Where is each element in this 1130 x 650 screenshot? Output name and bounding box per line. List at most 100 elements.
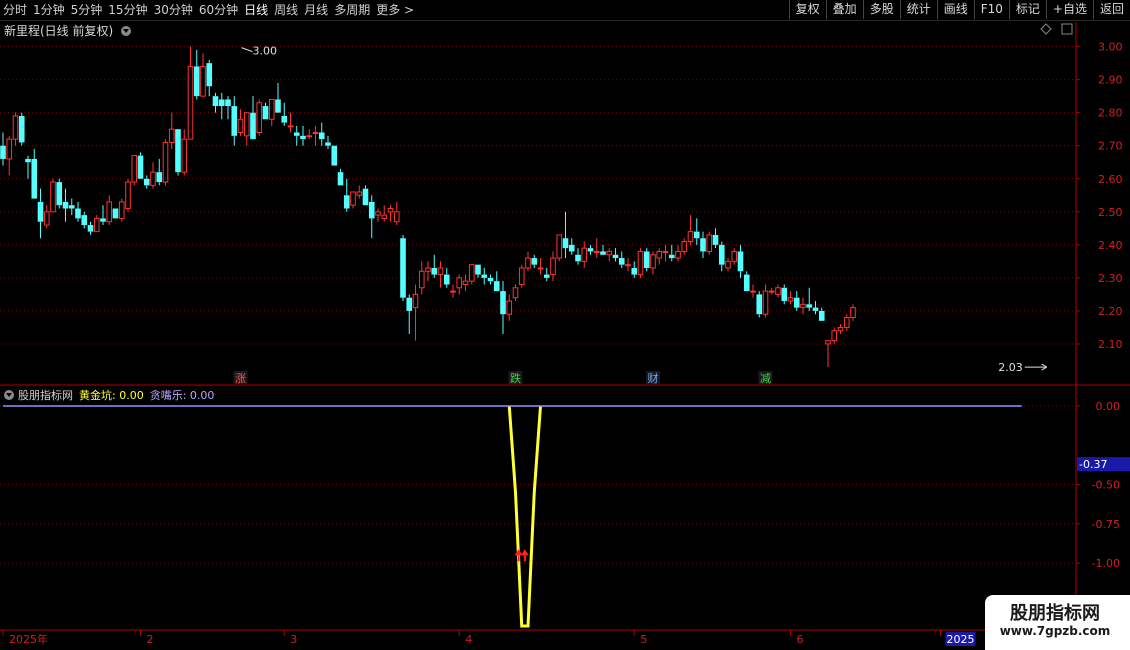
cursor-value-label: -0.37: [1079, 458, 1107, 471]
price-label-4: 2.60: [1098, 173, 1123, 186]
candle-body: [656, 250, 663, 259]
candle-body: [837, 326, 844, 332]
candle-up: [162, 139, 169, 186]
annotation-low: 2.03: [998, 361, 1023, 374]
candle-body: [731, 250, 738, 262]
candle-up: [187, 46, 194, 140]
candle-down: [262, 102, 269, 120]
candle-up: [150, 162, 156, 189]
price-label-2: 2.80: [1098, 107, 1123, 120]
candle-up: [762, 284, 769, 318]
candle-down: [793, 291, 800, 311]
candle-up: [43, 205, 50, 229]
candle-up: [200, 53, 206, 97]
candle-body: [737, 251, 744, 272]
candle-down: [618, 251, 625, 268]
chart-canvas[interactable]: 3.00 2.90 2.80 2.70 2.60 2.50 2.40 2.30 2.20 2.10…: [0, 0, 1130, 650]
diamond-icon: [1040, 23, 1052, 35]
candle-body: [243, 112, 250, 137]
candle-body: [575, 254, 581, 262]
candle-down: [0, 132, 6, 166]
main-panel-title[interactable]: 新里程(日线 前复权): [4, 22, 135, 39]
candle-up: [593, 238, 600, 259]
candle-up: [237, 109, 244, 136]
candle-down: [818, 307, 825, 321]
candle-down: [343, 178, 350, 212]
candle-body: [812, 307, 819, 311]
price-label-8: 2.20: [1098, 305, 1123, 318]
candle-body: [550, 257, 556, 276]
candle-down: [318, 122, 325, 146]
candle-up: [106, 195, 113, 226]
candle-body: [325, 142, 331, 146]
candle-down: [206, 59, 213, 97]
candle-body: [256, 102, 263, 134]
candle-up: [418, 261, 425, 295]
candle-up: [387, 205, 394, 222]
candle-body: [50, 181, 56, 213]
candle-down: [743, 271, 750, 292]
candle-up: [306, 129, 313, 140]
candle-body: [593, 250, 600, 253]
candle-down: [487, 274, 494, 285]
watermark-title: 股朋指标网: [1010, 603, 1100, 624]
candle-up: [556, 234, 563, 262]
candle-body: [406, 297, 413, 311]
candle-up: [6, 135, 13, 176]
candle-body: [287, 125, 294, 128]
candle-body: [743, 274, 750, 292]
candle-down: [300, 125, 306, 146]
candle-down: [562, 211, 569, 259]
candle-body: [525, 257, 531, 269]
candle-body: [706, 234, 713, 252]
candle-down: [325, 135, 331, 150]
candle-body: [806, 304, 813, 308]
candle-body: [850, 307, 856, 319]
candle-up: [375, 208, 381, 222]
candle-body: [800, 303, 806, 309]
candle-up: [506, 294, 513, 321]
chevron-down-icon[interactable]: [4, 390, 14, 400]
chevron-down-icon[interactable]: [121, 26, 132, 36]
candle-body: [781, 287, 788, 302]
candle-down: [406, 294, 413, 335]
candle-down: [156, 158, 163, 186]
value-label-2: -0.50: [1092, 479, 1120, 492]
candle-up: [687, 215, 694, 245]
indicator-series2-value: 贪嘴乐: 0.00: [149, 389, 215, 402]
candle-down: [231, 96, 238, 146]
candle-up: [725, 258, 731, 272]
candle-body: [500, 291, 506, 315]
candle-down: [137, 152, 144, 179]
time-label-6: 2025: [947, 633, 975, 646]
candle-body: [562, 238, 569, 249]
candle-body: [431, 267, 438, 275]
candle-body: [231, 106, 238, 136]
candle-body: [12, 115, 19, 140]
candle-body: [175, 129, 181, 173]
candle-body: [568, 244, 575, 252]
candle-body: [156, 172, 163, 183]
candle-up: [437, 261, 444, 288]
candle-down: [81, 211, 88, 229]
candle-up: [537, 258, 544, 275]
candle-body: [643, 251, 650, 268]
candle-up: [606, 248, 613, 262]
candle-body: [725, 260, 731, 269]
candle-down: [25, 155, 31, 179]
candle-body: [225, 99, 231, 107]
indicator-name: 股朋指标网: [18, 389, 73, 402]
candle-up: [625, 258, 631, 272]
candle-up: [550, 251, 556, 282]
indicator-panel-title[interactable]: 股朋指标网 黄金坑: 0.00 贪嘴乐: 0.00: [4, 387, 214, 403]
candle-body: [462, 280, 469, 285]
candle-down: [481, 267, 488, 285]
candle-body: [143, 178, 150, 186]
candle-up: [675, 244, 681, 262]
candle-up: [125, 178, 131, 212]
candle-down: [362, 185, 369, 206]
candle-down: [368, 195, 375, 239]
candle-body: [650, 254, 656, 269]
candle-body: [456, 277, 463, 289]
candle-body: [425, 267, 431, 272]
